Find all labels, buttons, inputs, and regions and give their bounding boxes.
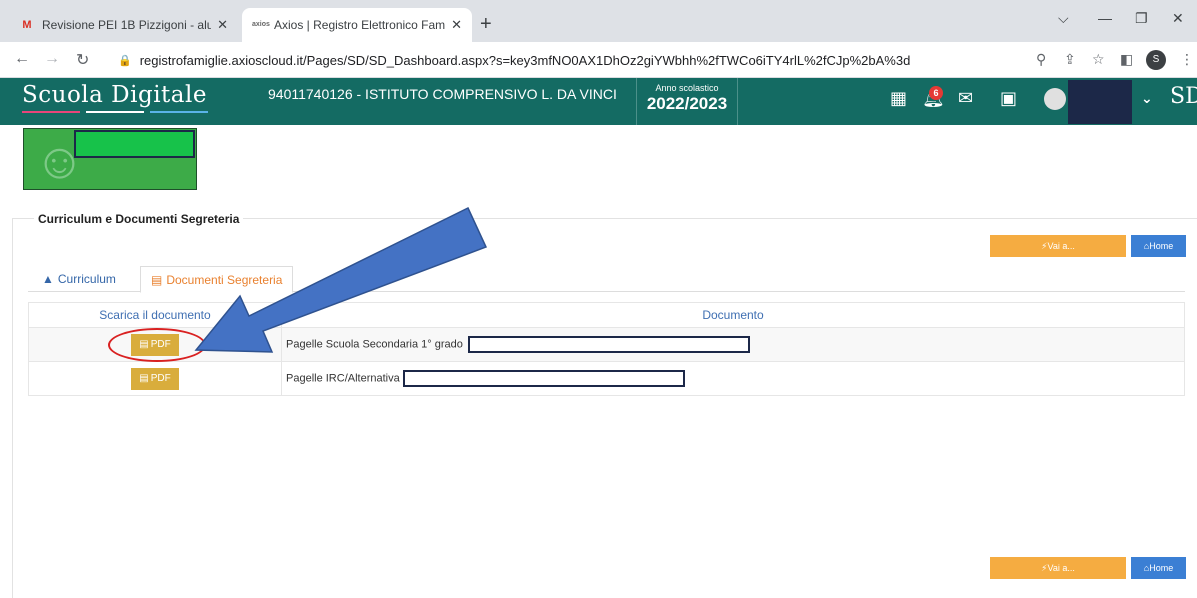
annotation-arrow-shape	[194, 206, 488, 353]
annotation-arrow	[194, 206, 488, 353]
